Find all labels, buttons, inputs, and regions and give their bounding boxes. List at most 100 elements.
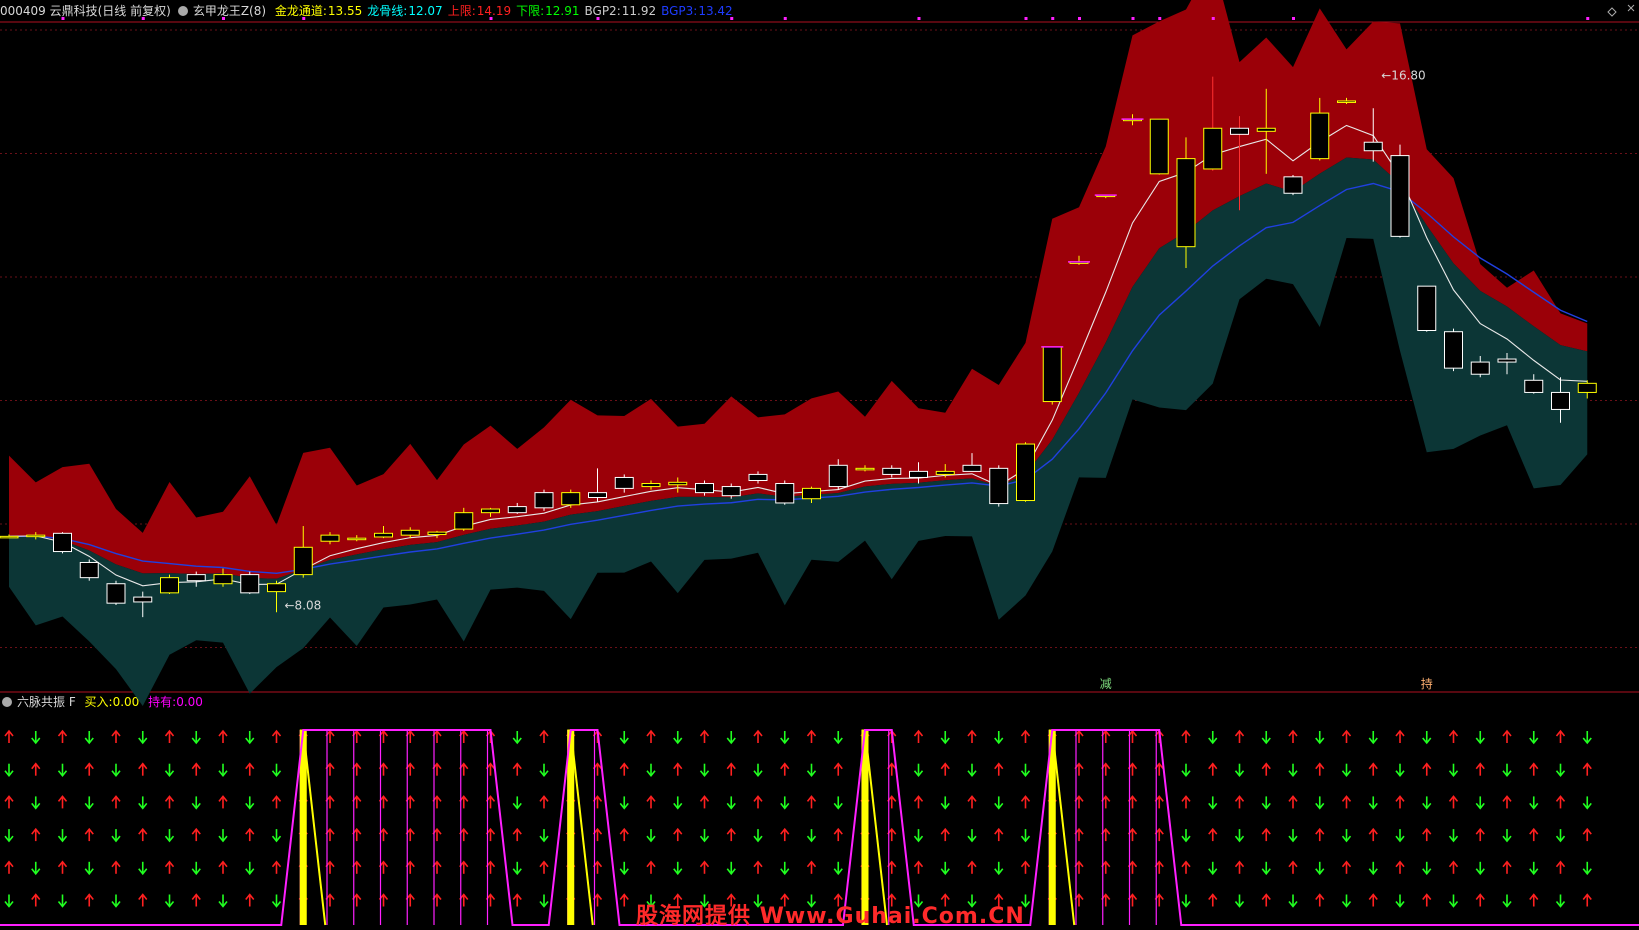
top-marker-dot: [596, 17, 600, 20]
candle-body: [561, 492, 581, 506]
up-arrow-icon: [699, 729, 710, 743]
up-arrow-icon: [619, 827, 629, 842]
up-arrow-icon: [57, 795, 68, 809]
down-arrow-icon: [191, 731, 201, 745]
candle-body: [26, 534, 46, 538]
candle-body: [1203, 127, 1223, 170]
up-arrow-icon: [539, 860, 549, 874]
top-marker-dot: [222, 17, 225, 20]
up-arrow-icon: [1341, 795, 1352, 809]
down-arrow-icon: [833, 731, 843, 745]
candle-body: [1390, 155, 1410, 237]
up-arrow-icon: [780, 827, 790, 842]
down-arrow-icon: [780, 796, 790, 810]
down-arrow-icon: [833, 796, 843, 810]
candle-body: [882, 467, 902, 475]
down-arrow-icon: [539, 829, 549, 843]
candle-body: [320, 534, 340, 542]
up-arrow-icon: [646, 729, 656, 743]
up-arrow-icon: [1020, 860, 1031, 874]
up-arrow-icon: [84, 827, 94, 842]
down-arrow-icon: [1422, 731, 1432, 745]
down-arrow-icon: [780, 861, 790, 876]
up-arrow-icon: [1181, 860, 1191, 874]
down-arrow-icon: [1529, 861, 1539, 876]
candle-body: [1497, 358, 1517, 363]
down-arrow-icon: [1555, 894, 1566, 908]
top-marker-dot: [61, 17, 65, 20]
candle-body: [1230, 127, 1249, 135]
up-arrow-icon: [57, 860, 68, 874]
top-marker-dot: [302, 17, 306, 20]
down-arrow-icon: [1368, 731, 1378, 745]
down-arrow-icon: [1448, 894, 1459, 908]
up-arrow-icon: [164, 860, 175, 874]
candle: [1016, 442, 1035, 502]
top-marker-dot: [1158, 17, 1162, 20]
top-marker-dot: [1131, 17, 1135, 20]
down-arrow-icon: [753, 829, 763, 843]
down-arrow-icon: [1582, 796, 1592, 810]
up-arrow-icon: [646, 860, 656, 874]
up-arrow-icon: [1582, 827, 1592, 842]
up-arrow-icon: [31, 893, 41, 907]
down-arrow-icon: [1208, 861, 1218, 876]
top-marker-dot: [917, 17, 921, 20]
buy-spike: [299, 729, 307, 925]
up-arrow-icon: [699, 795, 710, 809]
candle-body: [1176, 158, 1196, 248]
down-arrow-icon: [1475, 731, 1485, 745]
up-arrow-icon: [1341, 860, 1352, 874]
down-arrow-icon: [940, 796, 950, 810]
candle-body: [641, 483, 661, 488]
candle-body: [802, 487, 821, 500]
down-arrow-icon: [1020, 829, 1031, 843]
chart-canvas[interactable]: ←16.80 ←8.08 减 持: [0, 0, 1639, 930]
down-arrow-icon: [191, 796, 201, 810]
down-arrow-icon: [271, 763, 282, 777]
down-arrow-icon: [138, 731, 148, 745]
candle: [1444, 328, 1463, 372]
candle: [989, 465, 1009, 507]
down-arrow-icon: [245, 731, 255, 745]
up-arrow-icon: [191, 762, 201, 776]
down-arrow-icon: [833, 861, 843, 876]
candle-body: [0, 535, 19, 539]
up-arrow-icon: [1448, 795, 1459, 809]
down-arrow-icon: [619, 796, 629, 810]
down-arrow-icon: [673, 731, 683, 745]
up-arrow-icon: [1502, 795, 1512, 809]
down-arrow-icon: [967, 829, 977, 843]
candle-body: [1524, 379, 1544, 393]
up-arrow-icon: [1261, 762, 1271, 776]
up-arrow-icon: [780, 762, 790, 776]
up-arrow-icon: [1234, 795, 1245, 809]
down-arrow-icon: [31, 731, 41, 745]
down-arrow-icon: [1502, 763, 1512, 777]
down-arrow-icon: [1502, 829, 1512, 843]
down-arrow-icon: [138, 861, 148, 876]
up-arrow-icon: [84, 762, 94, 776]
up-arrow-icon: [1020, 729, 1031, 743]
up-arrow-icon: [806, 729, 817, 743]
down-arrow-icon: [1422, 861, 1432, 876]
up-arrow-icon: [31, 827, 41, 842]
top-marker-dot: [141, 17, 145, 20]
buy-spike: [861, 729, 869, 925]
candle: [1283, 175, 1303, 196]
up-arrow-icon: [753, 860, 763, 874]
up-arrow-icon: [753, 795, 763, 809]
down-arrow-icon: [57, 763, 68, 777]
up-arrow-icon: [1475, 762, 1485, 776]
candle: [534, 489, 554, 511]
up-arrow-icon: [1475, 827, 1485, 842]
down-arrow-icon: [218, 894, 228, 908]
down-arrow-icon: [673, 796, 683, 810]
up-arrow-icon: [512, 762, 522, 776]
candle-body: [1016, 443, 1035, 502]
up-arrow-icon: [245, 762, 255, 776]
diamond-icon: [1607, 7, 1617, 17]
up-arrow-icon: [1422, 893, 1432, 907]
up-arrow-icon: [1582, 762, 1592, 776]
up-arrow-icon: [138, 893, 148, 907]
